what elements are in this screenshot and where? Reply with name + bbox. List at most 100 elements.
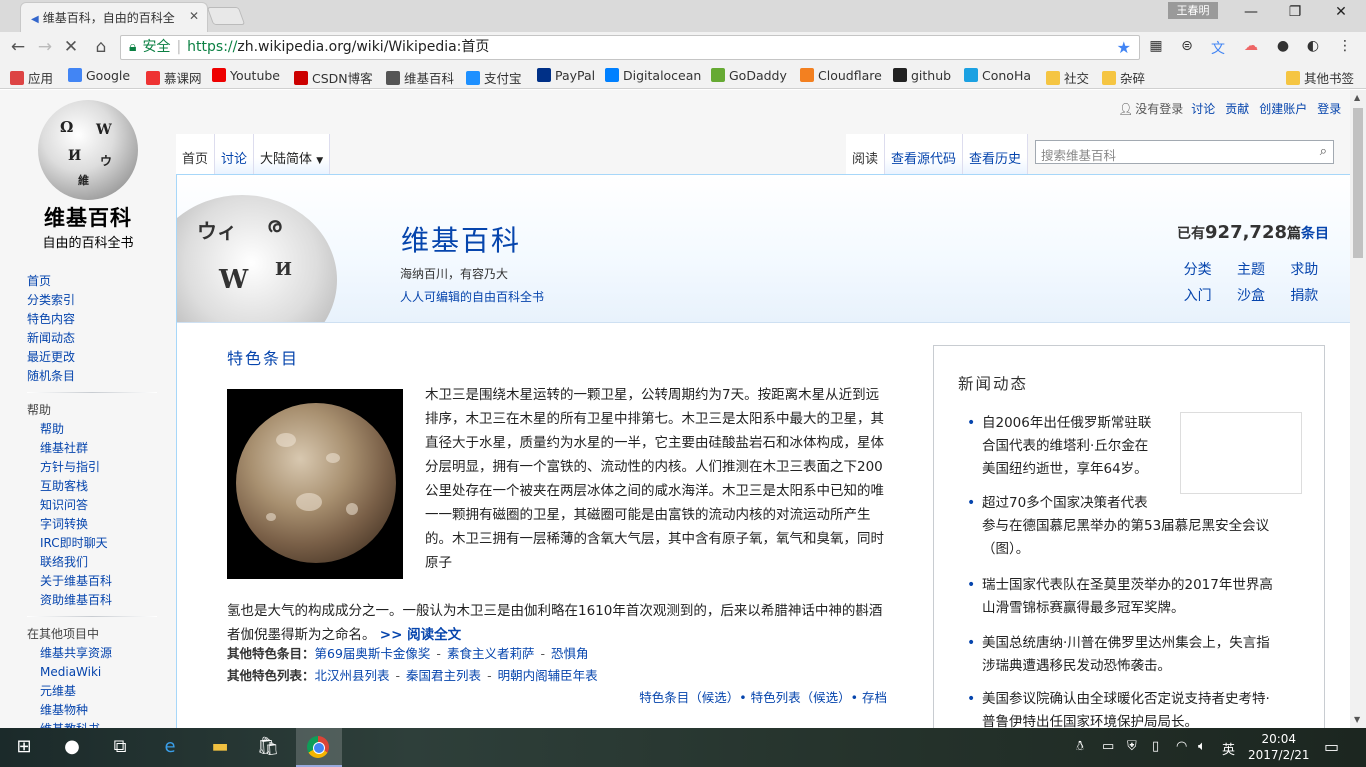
sidebar-other-item[interactable]: 维基物种 [27,701,177,720]
sidebar-help-item[interactable]: 维基社群 [27,439,177,458]
bookmark-item[interactable]: 支付宝 [466,68,522,87]
bookmark-item[interactable]: Cloudflare [800,68,882,83]
sidebar-other-item[interactable]: 维基教科书 [27,720,177,728]
news-line[interactable]: （图）。 [982,538,1312,561]
quicklink[interactable]: 主题 [1224,259,1277,279]
bookmark-item[interactable]: github [893,68,951,83]
scroll-thumb[interactable] [1353,108,1363,258]
bookmark-item[interactable]: CSDN博客 [294,68,373,87]
tab-talk[interactable]: 讨论 [215,134,255,174]
bookmark-item[interactable]: 杂碎 [1102,68,1145,87]
bookmark-item[interactable]: ConoHa [964,68,1031,83]
battery-icon[interactable]: ▯ [1152,739,1159,754]
welcome-tagline-link[interactable]: 人人可编辑的自由百科全书 [400,288,544,305]
circle-extension-icon[interactable]: ● [1272,38,1294,54]
tab-read[interactable]: 阅读 [846,134,886,174]
bookmark-item[interactable]: Google [68,68,130,83]
read-more-link[interactable]: >> 阅读全文 [380,627,461,643]
quicklink[interactable]: 入门 [1171,285,1224,305]
featured-footer-links[interactable]: 特色条目（候选）• 特色列表（候选）• 存档 [227,687,887,706]
sidebar-help-item[interactable]: 联络我们 [27,553,177,572]
incognito-extension-icon[interactable]: ◐ [1302,38,1324,54]
forward-icon[interactable]: → [34,37,56,57]
other-article-link[interactable]: 恐惧角 [551,646,589,661]
sidebar-item[interactable]: 新闻动态 [27,329,177,348]
bookmark-item[interactable]: GoDaddy [711,68,787,83]
news-line[interactable]: 美国纽约逝世，享年64岁。 [982,458,1182,481]
bookmark-item[interactable]: 维基百科 [386,68,454,87]
news-line[interactable]: 普鲁伊特出任国家环境保护局局长。 [982,711,1312,728]
sidebar-help-item[interactable]: IRC即时聊天 [27,534,177,553]
edge-icon[interactable]: e [150,736,190,757]
sidebar-help-item[interactable]: 方针与指引 [27,458,177,477]
system-clock[interactable]: 20:04 2017/2/21 [1248,731,1310,763]
address-bar[interactable]: 🔒︎ 安全 | https://zh.wikipedia.org/wiki/Wikip… [120,35,1140,60]
login-link[interactable]: 登录 [1317,102,1341,116]
menu-icon[interactable]: ⋮ [1334,38,1356,54]
qr-extension-icon[interactable]: ▦ [1145,38,1167,54]
windows-start-icon[interactable]: ⊞ [4,736,44,757]
news-line[interactable]: 合国代表的维塔利·丘尔金在 [982,435,1182,458]
new-tab-button[interactable] [206,7,246,25]
profile-chip[interactable]: 王春明 [1168,2,1218,19]
browser-tab[interactable]: ◀ 维基百科，自由的百科全 ✕ [20,2,208,32]
news-line[interactable]: 美国总统唐纳·川普在佛罗里达州集会上，失言指 [982,632,1312,655]
sidebar-help-item[interactable]: 关于维基百科 [27,572,177,591]
task-view-icon[interactable]: ⧉ [100,736,140,757]
page-scrollbar[interactable]: ▲ ▼ [1350,90,1366,728]
count-link[interactable]: 条目 [1301,226,1329,242]
sync-extension-icon[interactable]: ⊜ [1176,38,1198,54]
sidebar-item[interactable]: 特色内容 [27,310,177,329]
scroll-up-icon[interactable]: ▲ [1354,93,1360,102]
news-line[interactable]: 参与在德国慕尼黑举办的第53届慕尼黑安全会议 [982,515,1312,538]
chrome-taskbar-icon[interactable] [296,728,342,767]
store-icon[interactable]: 🛍︎ [248,736,288,757]
bookmark-item[interactable]: Digitalocean [605,68,701,83]
news-line[interactable]: 自2006年出任俄罗斯常驻联 [982,412,1182,435]
quicklink[interactable]: 分类 [1171,259,1224,279]
bookmark-star-icon[interactable]: ★ [1117,36,1131,59]
network-adapter-icon[interactable]: ▭ [1102,739,1114,754]
ganymede-image[interactable] [227,389,403,579]
sidebar-other-item[interactable]: 维基共享资源 [27,644,177,663]
quicklink[interactable]: 沙盒 [1224,285,1277,305]
restore-icon[interactable]: ❐ [1280,4,1310,20]
sidebar-help-item[interactable]: 字词转换 [27,515,177,534]
sidebar-help-item[interactable]: 资助维基百科 [27,591,177,610]
other-article-link[interactable]: 素食主义者莉萨 [447,646,535,661]
tab-main-page[interactable]: 首页 [176,134,216,174]
bookmark-item[interactable]: 慕课网 [146,68,202,87]
sidebar-other-heading[interactable]: 在其他项目中 [27,625,177,644]
sidebar-item[interactable]: 最近更改 [27,348,177,367]
volume-icon[interactable]: 🔈︎ [1198,739,1206,754]
bookmark-item[interactable]: 社交 [1046,68,1089,87]
sidebar-item[interactable]: 分类索引 [27,291,177,310]
sidebar-help-item[interactable]: 知识问答 [27,496,177,515]
other-list-link[interactable]: 明朝内阁辅臣年表 [498,668,598,683]
news-line[interactable]: 超过70多个国家决策者代表 [982,492,1312,515]
bookmark-item[interactable]: Youtube [212,68,280,83]
news-line[interactable]: 涉瑞典遭遇移民发动恐怖袭击。 [982,655,1312,678]
sidebar-help-item[interactable]: 互助客栈 [27,477,177,496]
sidebar-other-item[interactable]: MediaWiki [27,663,177,682]
sidebar-help-item[interactable]: 帮助 [27,420,177,439]
minimize-icon[interactable]: — [1236,4,1266,20]
sidebar-item[interactable]: 随机条目 [27,367,177,386]
welcome-title[interactable]: 维基百科 [401,219,521,259]
other-article-link[interactable]: 第69届奥斯卡金像奖 [315,646,431,661]
wifi-icon[interactable]: ◠ [1176,739,1187,754]
ime-indicator[interactable]: 英 [1222,739,1235,758]
sidebar-help-heading[interactable]: 帮助 [27,401,177,420]
news-line[interactable]: 瑞士国家代表队在圣莫里茨举办的2017年世界高 [982,574,1312,597]
qq-tray-icon[interactable]: 🐧︎ [1076,739,1084,755]
translate-extension-icon[interactable]: 文 [1207,38,1229,58]
back-icon[interactable]: ← [7,37,29,57]
other-list-link[interactable]: 秦国君主列表 [406,668,481,683]
tab-close-icon[interactable]: ✕ [189,9,199,23]
create-account-link[interactable]: 创建账户 [1259,102,1307,116]
stop-loading-icon[interactable]: ✕ [60,37,82,57]
weather-extension-icon[interactable]: ☁ [1240,38,1262,54]
home-icon[interactable]: ⌂ [90,37,112,57]
sidebar-other-item[interactable]: 元维基 [27,682,177,701]
news-line[interactable]: 美国参议院确认由全球暖化否定说支持者史考特· [982,688,1312,711]
